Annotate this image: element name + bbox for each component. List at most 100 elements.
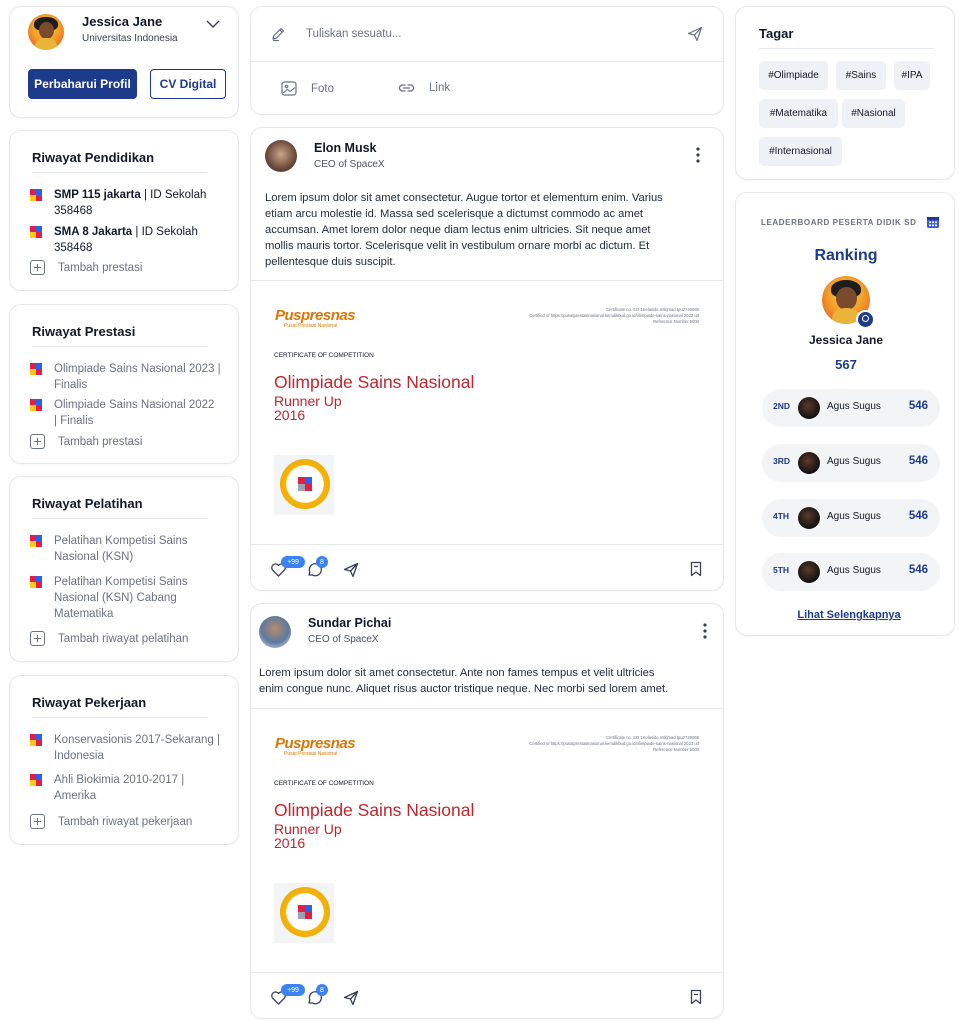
- cv-digital-button[interactable]: CV Digital: [150, 69, 226, 99]
- certificate-image[interactable]: Puspresnas Pusat Prestasi Nasional Certi…: [251, 709, 723, 972]
- training-card: Riwayat Pelatihan Pelatihan Kompetisi Sa…: [9, 476, 239, 662]
- post-card: Sundar Pichai CEO of SpaceX Lorem ipsum …: [250, 603, 724, 1019]
- bookmark-icon[interactable]: [689, 561, 703, 577]
- post-input[interactable]: Tuliskan sesuatu...: [306, 28, 666, 40]
- rank-name: Agus Sugus: [827, 401, 881, 412]
- rank-name: Agus Sugus: [827, 511, 881, 522]
- rank-position: 5TH: [773, 565, 790, 575]
- achievement-name: Olimpiade Sains Nasional 2023 |: [54, 363, 221, 375]
- composer-card: Tuliskan sesuatu... Foto Link: [250, 6, 724, 115]
- cert-title: Olimpiade Sains Nasional: [274, 372, 475, 392]
- cert-brand-logo: Puspresnas: [275, 735, 356, 752]
- share-icon[interactable]: [343, 990, 359, 1006]
- rank-row[interactable]: 2ND Agus Sugus 546: [762, 389, 940, 427]
- training-item: Pelatihan Kompetisi Sains Nasional (KSN) …: [30, 574, 235, 622]
- post-author[interactable]: Sundar Pichai: [308, 616, 391, 630]
- education-school: SMA 8 Jakarta: [54, 226, 133, 238]
- post-line: pellentesque duis suscipit.: [265, 256, 396, 268]
- add-training-button[interactable]: Tambah riwayat pelatihan: [30, 631, 188, 646]
- post-line: mollis mauris tortor. Scelerisque velit …: [265, 240, 650, 252]
- cert-meta-line: Reference Number 5000: [653, 747, 699, 752]
- education-school: SMP 115 jakarta: [54, 189, 141, 201]
- tag-chip[interactable]: #Nasional: [842, 99, 905, 128]
- education-school-id-value: 358468: [54, 205, 93, 217]
- cert-year: 2016: [274, 835, 306, 851]
- cert-year: 2016: [274, 407, 306, 423]
- bookmark-icon[interactable]: [689, 989, 703, 1005]
- training-name-cont: Nasional (KSN) Cabang: [54, 592, 177, 604]
- cert-kind: CERTIFICATE OF COMPETITION: [274, 352, 374, 359]
- share-icon[interactable]: [343, 562, 359, 578]
- achievement-item: Olimpiade Sains Nasional 2023 | Finalis: [30, 361, 235, 393]
- achievement-status: | Finalis: [54, 415, 94, 427]
- training-title: Riwayat Pelatihan: [32, 496, 143, 511]
- achievements-card: Riwayat Prestasi Olimpiade Sains Nasiona…: [9, 304, 239, 464]
- update-profile-button[interactable]: Perbaharui Profil: [28, 69, 137, 99]
- certificate-image[interactable]: Puspresnas Pusat Prestasi Nasional Certi…: [251, 281, 723, 544]
- rank-score: 546: [908, 455, 928, 467]
- tag-chip[interactable]: #Olimpiade: [759, 61, 828, 90]
- medal-badge-icon: [856, 310, 875, 329]
- plus-icon: [30, 631, 45, 646]
- profile-avatar[interactable]: [28, 14, 64, 50]
- tag-chip[interactable]: #Matematika: [759, 99, 838, 128]
- add-work-button[interactable]: Tambah riwayat pekerjaan: [30, 814, 192, 829]
- cube-icon: [30, 576, 42, 588]
- top-rank-score: 567: [835, 357, 857, 372]
- rank-position: 3RD: [773, 456, 791, 466]
- rank-row[interactable]: 5TH Agus Sugus 546: [762, 553, 940, 591]
- link-button[interactable]: Link: [398, 81, 450, 95]
- work-title: Riwayat Pekerjaan: [32, 695, 147, 710]
- cert-brand-subtitle: Pusat Prestasi Nasional: [284, 323, 338, 329]
- achievement-name: Olimpiade Sains Nasional 2022: [54, 399, 215, 411]
- cert-meta: Certificate no. SO 1Kelaside.mtkjmad.tpu…: [481, 735, 699, 753]
- cube-icon: [30, 734, 42, 746]
- rank-name: Agus Sugus: [827, 565, 881, 576]
- add-education-label: Tambah prestasi: [58, 261, 143, 274]
- rank-name: Agus Sugus: [827, 456, 881, 467]
- post-line: Lorem ipsum dolor sit amet consectetur. …: [265, 192, 663, 204]
- rank-row[interactable]: 4TH Agus Sugus 546: [762, 499, 940, 537]
- post-author[interactable]: Elon Musk: [314, 141, 377, 155]
- work-item: Konservasionis 2017-Sekarang | Indonesia: [30, 732, 235, 764]
- ranking-heading: Ranking: [814, 247, 878, 264]
- author-avatar[interactable]: [259, 616, 291, 648]
- link-icon: [398, 84, 415, 92]
- divider: [759, 48, 934, 49]
- tag-chip[interactable]: #Sains: [836, 61, 886, 90]
- send-icon[interactable]: [687, 26, 703, 42]
- rank-avatar: [798, 561, 820, 583]
- chevron-down-icon[interactable]: [206, 19, 220, 29]
- post-line: accumsan. Amet lorem dolor neque diam le…: [265, 224, 651, 236]
- divider: [251, 544, 723, 545]
- training-name-cont: Nasional (KSN): [54, 551, 134, 563]
- add-education-button[interactable]: Tambah prestasi: [30, 260, 142, 275]
- work-item: Ahli Biokimia 2010-2017 | Amerika: [30, 772, 235, 804]
- link-label: Link: [429, 82, 451, 94]
- medal-icon: [274, 455, 334, 515]
- cert-brand-logo: Puspresnas: [275, 307, 356, 324]
- more-vertical-icon[interactable]: [702, 622, 708, 640]
- post-line: enim congue nunc. Aliquet risus auctor t…: [259, 683, 669, 695]
- add-achievement-button[interactable]: Tambah prestasi: [30, 434, 142, 449]
- rank-score: 546: [908, 400, 928, 412]
- tag-chip[interactable]: #IPA: [894, 61, 930, 90]
- tag-chip[interactable]: #Internasional: [759, 137, 842, 166]
- rank-row[interactable]: 3RD Agus Sugus 546: [762, 444, 940, 482]
- more-vertical-icon[interactable]: [695, 146, 701, 164]
- cert-title: Olimpiade Sains Nasional: [274, 800, 475, 820]
- tags-title: Tagar: [759, 26, 794, 41]
- training-name: Pelatihan Kompetisi Sains: [54, 535, 188, 547]
- rank-avatar: [798, 397, 820, 419]
- photo-button[interactable]: Foto: [281, 81, 334, 96]
- pencil-icon: [272, 28, 284, 42]
- author-avatar[interactable]: [265, 140, 297, 172]
- plus-icon: [30, 260, 45, 275]
- education-item: SMA 8 Jakarta | ID Sekolah 358468: [30, 224, 230, 256]
- rank-avatar: [798, 452, 820, 474]
- see-more-link[interactable]: Lihat Selengkapnya: [736, 609, 959, 621]
- post-body: Lorem ipsum dolor sit amet consectetur. …: [259, 665, 719, 697]
- cube-icon: [30, 774, 42, 786]
- calendar-icon[interactable]: [926, 215, 940, 229]
- cert-kind: CERTIFICATE OF COMPETITION: [274, 780, 374, 787]
